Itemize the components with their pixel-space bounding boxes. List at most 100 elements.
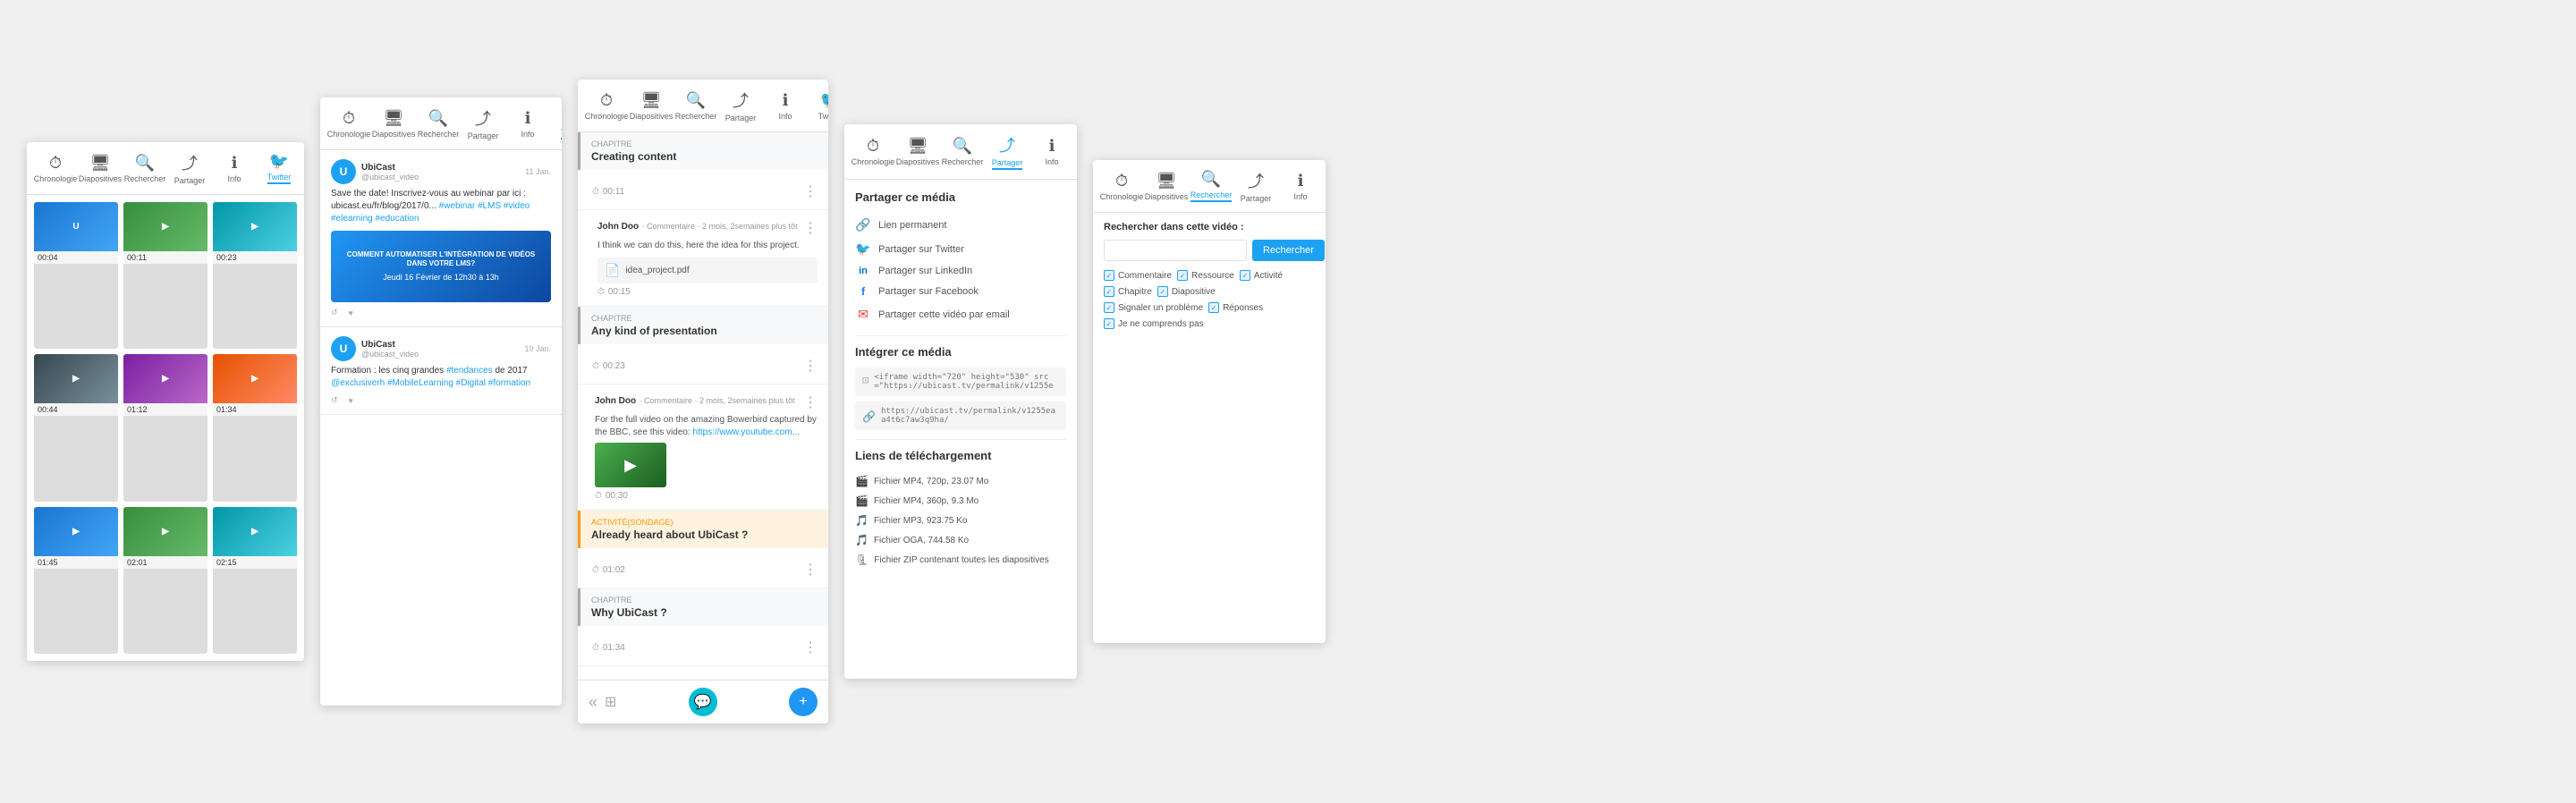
add-button[interactable]: + — [789, 688, 818, 716]
filter-ressource[interactable]: Ressource — [1177, 270, 1234, 281]
filter-signaler[interactable]: Signaler un problème — [1104, 302, 1203, 313]
share-twitter[interactable]: 🐦 Partager sur Twitter — [855, 237, 1066, 261]
tab-chronologie-2[interactable]: ⏱ Chronologie — [327, 106, 370, 142]
tab-diapositives-2[interactable]: 🖥 Diapositives — [372, 106, 415, 142]
chat-button[interactable]: 💬 — [689, 688, 717, 716]
share-permalink[interactable]: 🔗 Lien permanent — [855, 213, 1066, 237]
tab-info-5[interactable]: ℹ Info — [1279, 168, 1322, 205]
checkbox-reponses[interactable] — [1208, 302, 1219, 313]
checkbox-signaler[interactable] — [1104, 302, 1114, 313]
filter-activite[interactable]: Activité — [1240, 270, 1283, 281]
tab-diapositives-4[interactable]: 🖥 Diapositives — [896, 133, 939, 170]
more-button[interactable]: ⋮ — [803, 393, 818, 411]
tab-info-1[interactable]: ℹ Info — [213, 150, 256, 187]
list-item[interactable]: ▶ 01:34 — [213, 354, 297, 501]
tab-diapositives-3[interactable]: 🖥 Diapositives — [630, 88, 673, 124]
tab-chronologie-4[interactable]: ⏱ Chronologie — [852, 133, 894, 170]
more-button[interactable]: ⋮ — [803, 219, 818, 237]
tab-partager-2[interactable]: ⤴ Partager — [462, 103, 504, 144]
tab-twitter-2[interactable]: 🐦 Twitter — [551, 104, 562, 143]
download-item[interactable]: 🎵 Fichier MP3, 923.75 Ko — [855, 511, 1066, 530]
tab-partager-5[interactable]: ⤴ Partager — [1234, 165, 1277, 207]
nav-left-button[interactable]: « — [589, 693, 597, 712]
tab-rechercher-2[interactable]: 🔍 Rechercher — [417, 106, 460, 142]
tweet-item: U UbiCast @ubicast_video 10 Jan. Formati… — [320, 327, 562, 415]
download-item[interactable]: 🎬 Fichier MP4, 720p, 23.07 Mo — [855, 471, 1066, 491]
list-item[interactable]: ▶ 00:11 — [123, 202, 208, 349]
tab-rechercher-1[interactable]: 🔍 Rechercher — [123, 150, 166, 187]
chapter-header: Chapitre Any kind of presentation — [578, 307, 828, 344]
list-item[interactable]: U 00:04 — [34, 202, 118, 349]
thumb-time: 01:45 — [34, 556, 118, 569]
checkbox-je-ne-comprends[interactable] — [1104, 318, 1114, 329]
like-button[interactable]: ♥ — [349, 395, 353, 405]
retweet-button[interactable]: ↺ — [331, 308, 338, 317]
checkbox-ressource[interactable] — [1177, 270, 1188, 281]
embed-code-box[interactable]: ⊡ <iframe width="720" height="530" src="… — [855, 368, 1066, 396]
toolbar-2: ⏱ Chronologie 🖥 Diapositives 🔍 Recherche… — [320, 97, 562, 150]
list-item[interactable]: ▶ 01:12 — [123, 354, 208, 501]
checkbox-chapitre[interactable] — [1104, 286, 1114, 297]
list-item[interactable]: ▶ 01:45 — [34, 507, 118, 654]
tweet-text: Save the date! Inscrivez-vous au webinar… — [331, 188, 551, 225]
share-facebook[interactable]: f Partager sur Facebook — [855, 281, 1066, 302]
list-item[interactable]: ▶ 02:15 — [213, 507, 297, 654]
checkbox-activite[interactable] — [1240, 270, 1250, 281]
survey-label: Activité(sondage) — [591, 518, 818, 527]
clock-icon: ⏱ — [592, 187, 599, 197]
tab-chronologie-5[interactable]: ⏱ Chronologie — [1100, 168, 1143, 205]
download-item[interactable]: 🗜 Fichier ZIP contenant toutes les diapo… — [855, 550, 1066, 570]
filter-chapitre[interactable]: Chapitre — [1104, 286, 1152, 297]
checkbox-commentaire[interactable] — [1104, 270, 1114, 281]
tab-twitter-5[interactable]: 🐦 Twitter — [1324, 168, 1326, 205]
more-button[interactable]: ⋮ — [803, 182, 818, 200]
clock-icon: ⏱ — [595, 491, 602, 501]
tab-info-4[interactable]: ℹ Info — [1030, 133, 1073, 170]
list-item[interactable]: ▶ 00:23 — [213, 202, 297, 349]
share-linkedin[interactable]: in Partager sur LinkedIn — [855, 261, 1066, 281]
more-button[interactable]: ⋮ — [803, 561, 818, 579]
url-box[interactable]: 🔗 https://ubicast.tv/permalink/v1255eaa4… — [855, 402, 1066, 430]
tweet-text: Formation : les cinq grandes #tendances … — [331, 365, 551, 390]
tab-partager-4[interactable]: ⤴ Partager — [986, 130, 1029, 173]
tab-twitter-1[interactable]: 🐦 Twitter — [258, 148, 301, 188]
share-email[interactable]: ✉ Partager cette vidéo par email — [855, 302, 1066, 326]
tab-partager-3[interactable]: ⤴ Partager — [719, 85, 762, 126]
file-attachment[interactable]: 📄 idea_project.pdf — [597, 258, 818, 283]
download-item[interactable]: 🎬 Fichier MP4, 360p, 9.3 Mo — [855, 491, 1066, 511]
search-input[interactable] — [1104, 240, 1247, 261]
filter-diapositive[interactable]: Diapositive — [1157, 286, 1216, 297]
download-item[interactable]: 🎵 Fichier OGA, 744.58 Ko — [855, 530, 1066, 550]
search-icon: 🔍 — [1201, 170, 1221, 189]
filter-commentaire[interactable]: Commentaire — [1104, 270, 1172, 281]
tab-twitter-4[interactable]: 🐦 Twitter — [1075, 133, 1077, 170]
clock-icon: ⏱ — [1115, 172, 1128, 190]
downloads-list: 🎬 Fichier MP4, 720p, 23.07 Mo 🎬 Fichier … — [855, 471, 1066, 570]
checkbox-diapositive[interactable] — [1157, 286, 1168, 297]
list-item[interactable]: ▶ 00:44 — [34, 354, 118, 501]
filter-reponses[interactable]: Réponses — [1208, 302, 1263, 313]
retweet-button[interactable]: ↺ — [331, 395, 338, 405]
close-button-1[interactable]: ✕ — [302, 156, 304, 182]
more-button[interactable]: ⋮ — [803, 357, 818, 375]
thumb-preview: ▶ — [213, 202, 297, 251]
more-button[interactable]: ⋮ — [803, 638, 818, 656]
tab-rechercher-4[interactable]: 🔍 Rechercher — [941, 133, 984, 170]
tab-rechercher-5[interactable]: 🔍 Rechercher — [1190, 166, 1233, 206]
tab-twitter-3[interactable]: 🐦 Twitter — [809, 88, 828, 124]
filter-je-ne-comprends[interactable]: Je ne comprends pas — [1104, 318, 1204, 329]
tab-info-3[interactable]: ℹ Info — [764, 88, 807, 124]
tab-partager-1[interactable]: ⤴ Partager — [168, 148, 211, 189]
tab-chronologie-3[interactable]: ⏱ Chronologie — [585, 88, 628, 124]
tab-diapositives-1[interactable]: 🖥 Diapositives — [79, 150, 122, 187]
panel-timeline: ⏱ Chronologie 🖥 Diapositives 🔍 Recherche… — [578, 80, 828, 723]
search-button[interactable]: Rechercher — [1252, 240, 1325, 261]
tab-rechercher-3[interactable]: 🔍 Rechercher — [674, 88, 717, 124]
tab-diapositives-5[interactable]: 🖥 Diapositives — [1145, 168, 1188, 205]
slides-icon[interactable]: ⊞ — [605, 693, 616, 711]
download-icon: 🎬 — [855, 475, 869, 487]
tab-chronologie-1[interactable]: ⏱ Chronologie — [34, 150, 77, 187]
like-button[interactable]: ♥ — [349, 308, 353, 317]
tab-info-2[interactable]: ℹ Info — [506, 106, 549, 142]
list-item[interactable]: ▶ 02:01 — [123, 507, 208, 654]
